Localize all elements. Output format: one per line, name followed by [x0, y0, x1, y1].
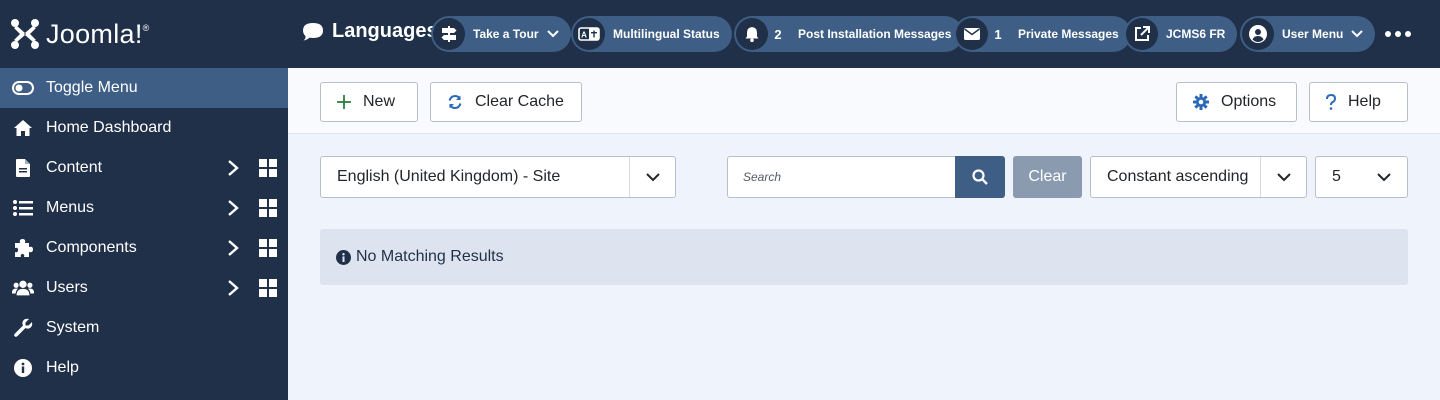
sidebar: Joomla!® Toggle Menu Home Dashboard Cont…: [0, 0, 288, 400]
joomla-logo[interactable]: Joomla!®: [0, 0, 288, 68]
dashboard-grid-icon[interactable]: [259, 279, 277, 297]
sidebar-item-components[interactable]: Components: [0, 228, 288, 268]
sidebar-item-system[interactable]: System: [0, 308, 288, 348]
sidebar-item-label: Components: [46, 239, 137, 256]
toggle-icon: [12, 77, 34, 99]
dashboard-grid-icon[interactable]: [259, 159, 277, 177]
file-icon: [12, 157, 34, 179]
envelope-icon: [956, 18, 988, 50]
search-input[interactable]: [727, 156, 956, 198]
page-title-text: Languages:: [332, 20, 445, 42]
pill-label: Private Messages: [1018, 27, 1119, 41]
options-button-label: Options: [1221, 93, 1277, 110]
post-installation-messages-button[interactable]: 2 Post Installation Messages: [734, 16, 964, 52]
puzzle-icon: [12, 237, 34, 259]
clear-button[interactable]: Clear: [1013, 156, 1082, 198]
chevron-down-icon: [645, 172, 660, 181]
info-circle-icon: [336, 249, 351, 265]
language-icon: A: [573, 18, 605, 50]
take-a-tour-button[interactable]: Take a Tour: [431, 16, 571, 52]
pill-label: JCMS6 FR: [1166, 27, 1226, 41]
help-button-label: Help: [1348, 93, 1381, 110]
ordering-select-value: Constant ascending: [1107, 168, 1249, 185]
more-options-icon[interactable]: [1384, 24, 1412, 44]
multilingual-status-button[interactable]: A Multilingual Status: [571, 16, 732, 52]
clear-cache-button[interactable]: Clear Cache: [430, 82, 582, 122]
private-messages-button[interactable]: 1 Private Messages: [954, 16, 1131, 52]
language-select[interactable]: English (United Kingdom) - Site: [320, 156, 676, 198]
info-icon: [12, 357, 34, 379]
sidebar-item-toggle-menu[interactable]: Toggle Menu: [0, 68, 288, 108]
site-link-button[interactable]: JCMS6 FR: [1124, 16, 1238, 52]
comment-icon: [303, 22, 323, 40]
chevron-right-icon[interactable]: [224, 278, 242, 298]
chevron-down-icon: [546, 30, 559, 38]
clear-button-label: Clear: [1028, 168, 1067, 185]
alert-message: No Matching Results: [356, 248, 504, 265]
help-button[interactable]: Help: [1309, 82, 1408, 122]
registered-mark: ®: [142, 22, 150, 33]
sidebar-item-content[interactable]: Content: [0, 148, 288, 188]
chevron-right-icon[interactable]: [224, 198, 242, 218]
sidebar-item-users[interactable]: Users: [0, 268, 288, 308]
signpost-icon: [433, 18, 465, 50]
sidebar-item-label: Menus: [46, 199, 95, 216]
pill-label: User Menu: [1282, 27, 1344, 41]
list-icon: [12, 197, 34, 219]
list-limit-value: 5: [1332, 168, 1341, 185]
no-results-alert: No Matching Results: [320, 229, 1408, 285]
chevron-down-icon: [1377, 172, 1391, 181]
post-installation-count: 2: [774, 26, 782, 42]
home-icon: [12, 117, 34, 139]
select-arrow: [1361, 157, 1407, 197]
sidebar-item-label: System: [46, 319, 100, 336]
chevron-down-icon: [1351, 30, 1364, 38]
search-icon: [972, 169, 988, 185]
gear-icon: [1193, 94, 1209, 110]
search-button[interactable]: [955, 156, 1005, 198]
clear-cache-button-label: Clear Cache: [475, 93, 564, 110]
chevron-down-icon: [1276, 172, 1291, 181]
top-header: Languages: Take a Tour A Multilingual St…: [288, 0, 1440, 68]
toolbar: New Clear Cache Options Help: [288, 68, 1440, 134]
private-messages-count: 1: [994, 26, 1002, 42]
chevron-right-icon[interactable]: [224, 238, 242, 258]
sidebar-item-help[interactable]: Help: [0, 348, 288, 388]
sidebar-item-label: Help: [46, 359, 79, 376]
new-button-label: New: [363, 93, 396, 110]
sidebar-item-label: Users: [46, 279, 88, 296]
user-circle-icon: [1242, 18, 1274, 50]
list-limit-select[interactable]: 5: [1315, 156, 1408, 198]
sidebar-item-label: Content: [46, 159, 103, 176]
question-icon: [1326, 94, 1336, 110]
dashboard-grid-icon[interactable]: [259, 239, 277, 257]
language-select-value: English (United Kingdom) - Site: [337, 168, 561, 185]
refresh-icon: [448, 94, 462, 110]
pill-label: Multilingual Status: [613, 27, 720, 41]
sidebar-item-home-dashboard[interactable]: Home Dashboard: [0, 108, 288, 148]
brand-name: Joomla!®: [46, 18, 150, 49]
ordering-select[interactable]: Constant ascending: [1090, 156, 1307, 198]
dashboard-grid-icon[interactable]: [259, 199, 277, 217]
users-icon: [12, 277, 34, 299]
plus-icon: [337, 95, 351, 109]
new-button[interactable]: New: [320, 82, 418, 122]
joomla-logo-icon: [11, 19, 39, 49]
select-arrow: [629, 157, 675, 197]
options-button[interactable]: Options: [1176, 82, 1297, 122]
wrench-icon: [12, 317, 34, 339]
sidebar-item-label: Toggle Menu: [46, 79, 138, 96]
user-menu-button[interactable]: User Menu: [1240, 16, 1376, 52]
pill-label: Take a Tour: [473, 27, 539, 41]
bell-icon: [736, 18, 768, 50]
pill-label: Post Installation Messages: [798, 27, 952, 41]
sidebar-item-label: Home Dashboard: [46, 119, 172, 136]
page-title: Languages:: [302, 20, 444, 43]
chevron-right-icon[interactable]: [224, 158, 242, 178]
select-arrow: [1260, 157, 1306, 197]
external-link-icon: [1126, 18, 1158, 50]
sidebar-item-menus[interactable]: Menus: [0, 188, 288, 228]
svg-text:A: A: [581, 31, 587, 40]
